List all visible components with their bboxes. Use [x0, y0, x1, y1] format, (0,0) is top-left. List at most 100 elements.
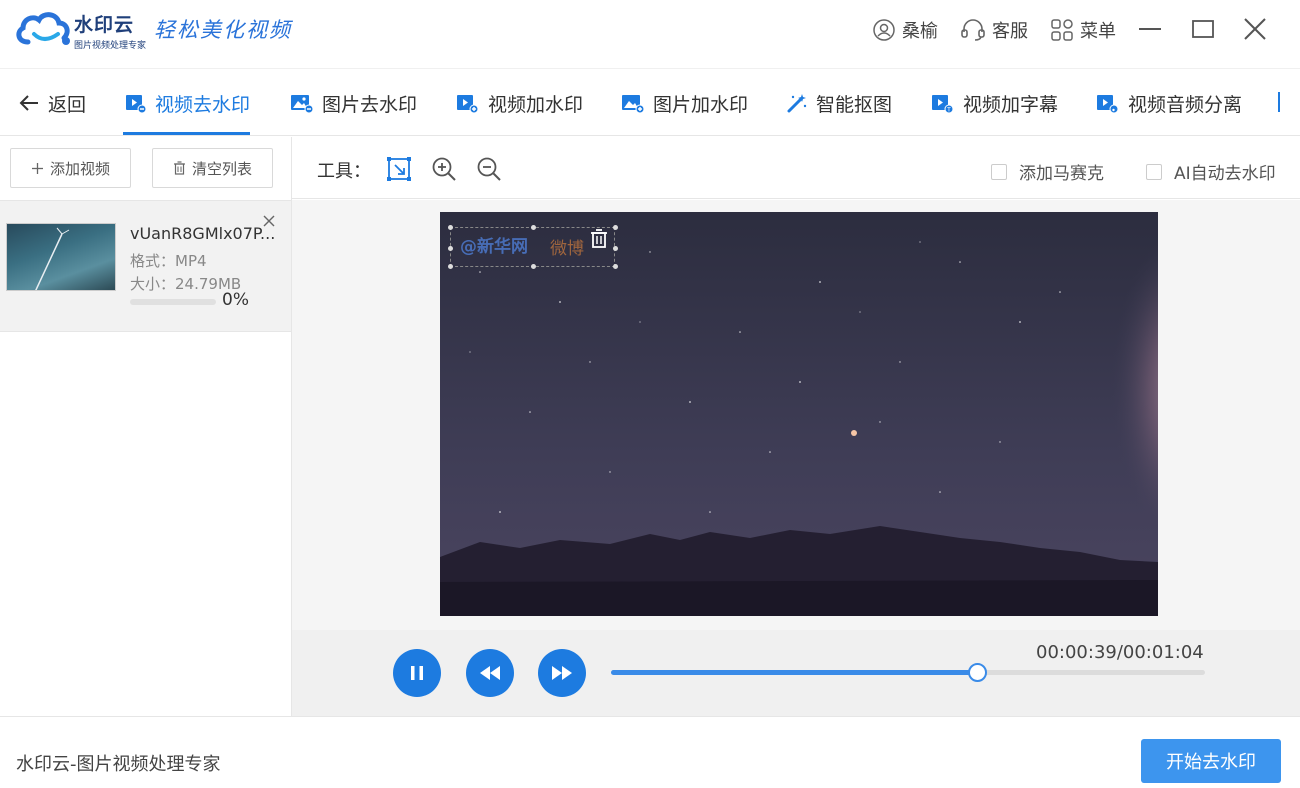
zoom-out-icon — [477, 157, 501, 181]
menu-label: 菜单 — [1080, 21, 1116, 42]
tools-label: 工具： — [317, 161, 371, 182]
video-erase-icon — [126, 95, 147, 114]
player-controls: 00:00:39/00:01:04 — [292, 630, 1300, 716]
file-format: 格式：MP4 — [130, 252, 207, 270]
pause-icon — [411, 666, 423, 680]
trash-icon — [173, 161, 185, 175]
select-region-icon — [387, 157, 411, 181]
resize-handle[interactable] — [613, 264, 618, 269]
footer: 水印云-图片视频处理专家 开始去水印 — [0, 716, 1300, 788]
tab-video-audio-split[interactable]: 视频音频分离 — [1096, 69, 1242, 137]
watermark-weibo: 微博 — [550, 239, 584, 259]
zoom-in-tool[interactable] — [430, 155, 458, 183]
nav-scroll-indicator — [1278, 92, 1280, 112]
user-menu[interactable]: 桑榆 — [872, 17, 938, 43]
resize-handle[interactable] — [531, 225, 536, 230]
magic-wand-icon — [787, 94, 807, 113]
start-remove-watermark-button[interactable]: 开始去水印 — [1141, 739, 1281, 783]
delete-selection-button[interactable] — [590, 229, 608, 253]
video-frame[interactable]: @新华网 微博 — [440, 212, 1158, 616]
resize-handle[interactable] — [613, 225, 618, 230]
fast-forward-button[interactable] — [538, 649, 586, 697]
maximize-icon — [1192, 20, 1214, 38]
trash-icon — [591, 229, 607, 248]
checkbox-box[interactable] — [991, 163, 1007, 180]
footer-brand-text: 水印云-图片视频处理专家 — [16, 754, 221, 775]
minimize-button[interactable] — [1135, 14, 1165, 44]
brand-subtitle: 图片视频处理专家 — [74, 41, 147, 51]
remove-file-button[interactable] — [262, 213, 276, 232]
tab-video-subtitle[interactable]: T 视频加字幕 — [931, 69, 1058, 137]
seek-bar-progress — [611, 670, 978, 675]
resize-handle[interactable] — [448, 264, 453, 269]
add-video-button[interactable]: 添加视频 — [10, 148, 131, 188]
back-label: 返回 — [48, 93, 87, 116]
tab-label: 智能抠图 — [816, 93, 893, 116]
support-label: 客服 — [992, 21, 1028, 42]
pause-button[interactable] — [393, 649, 441, 697]
minimize-icon — [1139, 28, 1161, 30]
video-add-icon — [457, 95, 479, 114]
mosaic-checkbox[interactable]: 添加马赛克 — [991, 159, 1104, 184]
user-icon — [873, 19, 895, 41]
tab-image-remove-watermark[interactable]: 图片去水印 — [290, 69, 417, 137]
headset-icon — [961, 19, 985, 41]
brand: 水印云 图片视频处理专家 — [74, 10, 146, 51]
mosaic-label: 添加马赛克 — [1019, 164, 1104, 184]
close-icon — [1244, 18, 1266, 40]
user-name: 桑榆 — [902, 21, 938, 42]
back-button[interactable]: 返回 — [18, 69, 86, 137]
plus-icon — [31, 162, 43, 174]
close-window-button[interactable] — [1240, 14, 1270, 44]
tab-label: 视频加水印 — [488, 93, 584, 116]
tools-bar: 工具： 添加马赛克 AI自动去水印 — [292, 137, 1300, 199]
night-sky-image — [440, 212, 1158, 616]
ai-auto-remove-label: AI自动去水印 — [1174, 164, 1276, 184]
svg-text:T: T — [946, 107, 951, 114]
tab-smart-cutout[interactable]: 智能抠图 — [786, 69, 892, 137]
fast-forward-icon — [552, 666, 572, 680]
title-bar: 水印云 图片视频处理专家 轻松美化视频 桑榆 客服 菜单 — [0, 0, 1300, 62]
maximize-button[interactable] — [1188, 14, 1218, 44]
seek-bar[interactable] — [611, 663, 1205, 682]
support-button[interactable]: 客服 — [960, 17, 1028, 43]
resize-handle[interactable] — [448, 246, 453, 251]
menu-button[interactable]: 菜单 — [1050, 17, 1116, 43]
clear-list-button[interactable]: 清空列表 — [152, 148, 273, 188]
tab-label: 视频音频分离 — [1128, 93, 1243, 116]
checkbox-box[interactable] — [1146, 163, 1162, 180]
preview-area: @新华网 微博 — [292, 200, 1300, 630]
seek-handle[interactable] — [968, 663, 988, 682]
playback-time: 00:00:39/00:01:04 — [1036, 642, 1204, 663]
feature-nav: 返回 视频去水印 图片去水印 视频加水印 图片加水印 智能抠图 T 视频加字幕 … — [0, 68, 1300, 136]
resize-handle[interactable] — [613, 246, 618, 251]
tab-video-add-watermark[interactable]: 视频加水印 — [456, 69, 583, 137]
file-list-panel: 添加视频 清空列表 vUanR8GMlx07P... 格式：MP4 大小：24.… — [0, 137, 292, 716]
arrow-left-icon — [19, 95, 38, 111]
watermark-text: @新华网 — [460, 237, 528, 257]
tab-label: 图片去水印 — [322, 93, 418, 116]
tab-label: 图片加水印 — [653, 93, 749, 116]
slogan: 轻松美化视频 — [154, 18, 292, 42]
zoom-out-tool[interactable] — [475, 155, 503, 183]
brand-name: 水印云 — [74, 14, 135, 36]
resize-handle[interactable] — [448, 225, 453, 230]
file-list-item[interactable]: vUanR8GMlx07P... 格式：MP4 大小：24.79MB 0% — [0, 200, 291, 332]
ai-auto-remove-checkbox[interactable]: AI自动去水印 — [1146, 159, 1276, 184]
tab-image-add-watermark[interactable]: 图片加水印 — [621, 69, 748, 137]
active-tab-indicator — [123, 132, 250, 135]
tab-label: 视频去水印 — [155, 93, 251, 116]
select-region-tool[interactable] — [385, 155, 413, 183]
grid-menu-icon — [1051, 19, 1073, 41]
zoom-in-icon — [432, 157, 456, 181]
add-video-label: 添加视频 — [49, 159, 110, 178]
clear-list-label: 清空列表 — [191, 159, 252, 178]
file-progress-bar — [130, 299, 216, 305]
tab-label: 视频加字幕 — [963, 93, 1059, 116]
tab-video-remove-watermark[interactable]: 视频去水印 — [125, 69, 250, 137]
file-progress-percent: 0% — [222, 290, 249, 310]
video-audio-icon — [1097, 95, 1119, 114]
rewind-button[interactable] — [466, 649, 514, 697]
file-name: vUanR8GMlx07P... — [130, 224, 276, 243]
resize-handle[interactable] — [531, 264, 536, 269]
